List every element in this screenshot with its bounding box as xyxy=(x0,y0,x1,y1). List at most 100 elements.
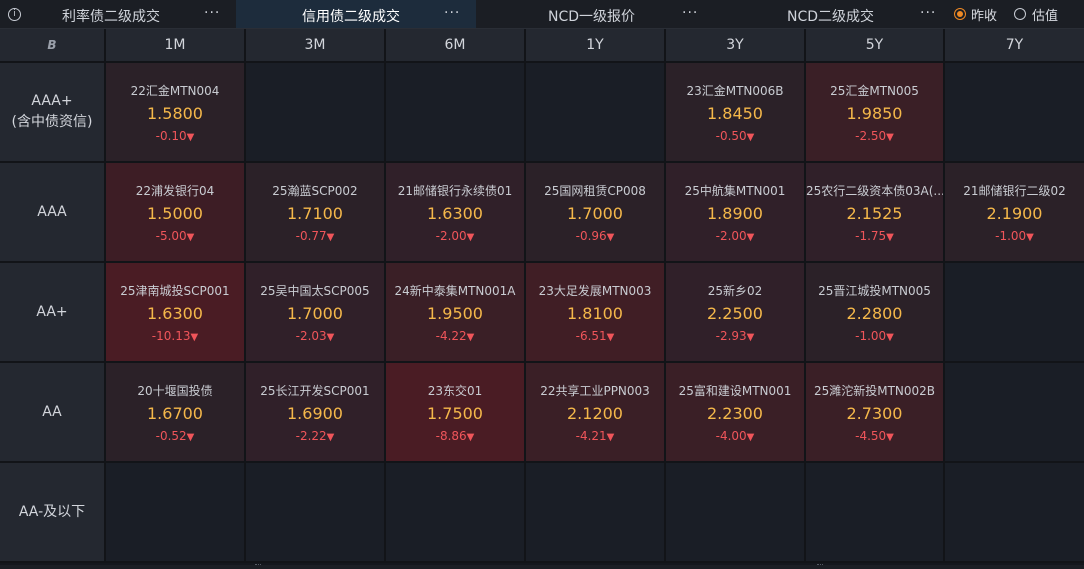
rate-change-value: -8.86 xyxy=(435,429,467,443)
quote-cell[interactable]: 20十堰国投债 1.6700 -0.52▼ xyxy=(106,363,246,463)
empty-cell[interactable] xyxy=(945,263,1084,363)
tab-ncd-primary-quote[interactable]: NCD一级报价 ··· xyxy=(476,0,712,28)
bond-rate: 2.1200 xyxy=(567,404,623,423)
rating-label-aa-minus-and-below: AA-及以下 xyxy=(0,463,106,563)
empty-cell[interactable] xyxy=(945,63,1084,163)
rate-change-value: -4.21 xyxy=(575,429,607,443)
quote-cell[interactable]: 23汇金MTN006B 1.8450 -0.50▼ xyxy=(666,63,806,163)
quote-cell[interactable]: 25晋江城投MTN005 2.2800 -1.00▼ xyxy=(806,263,945,363)
bond-name: 22汇金MTN004 xyxy=(130,84,220,98)
bond-rate: 1.9500 xyxy=(427,304,483,323)
tab-label: NCD一级报价 xyxy=(548,9,636,25)
quote-cell[interactable]: 24新中泰集MTN001A 1.9500 -4.22▼ xyxy=(386,263,526,363)
quote-cell[interactable]: 25吴中国太SCP005 1.7000 -2.03▼ xyxy=(246,263,386,363)
rate-change-value: -2.93 xyxy=(715,329,747,343)
quote-cell[interactable]: 21邮储银行永续债01 1.6300 -2.00▼ xyxy=(386,163,526,263)
corner-cell[interactable]: B xyxy=(0,29,106,63)
bond-name: 25中航集MTN001 xyxy=(684,184,786,198)
quote-cell[interactable]: 25瀚蓝SCP002 1.7100 -0.77▼ xyxy=(246,163,386,263)
more-icon[interactable]: ··· xyxy=(920,5,936,21)
empty-cell[interactable] xyxy=(106,463,246,563)
rate-change: -4.00▼ xyxy=(666,429,804,443)
tenor-header-6m: 6M xyxy=(386,29,526,63)
down-arrow-icon: ▼ xyxy=(326,432,335,443)
rate-change: -0.52▼ xyxy=(106,429,244,443)
rate-change: -10.13▼ xyxy=(106,329,244,343)
bond-name: 23汇金MTN006B xyxy=(686,84,784,98)
down-arrow-icon: ▼ xyxy=(466,232,475,243)
empty-cell[interactable] xyxy=(526,463,666,563)
bond-rate: 2.2800 xyxy=(846,304,903,323)
quote-cell[interactable]: 25富和建设MTN001 2.2300 -4.00▼ xyxy=(666,363,806,463)
bond-rate: 1.7000 xyxy=(287,304,343,323)
tab-bar: i 利率债二级成交 ··· 信用债二级成交 ··· NCD一级报价 ··· NC… xyxy=(0,0,1084,29)
radio-prev-close[interactable] xyxy=(954,8,966,20)
quote-cell[interactable]: 22共享工业PPN003 2.1200 -4.21▼ xyxy=(526,363,666,463)
bond-name: 22共享工业PPN003 xyxy=(540,384,650,398)
down-arrow-icon: ▼ xyxy=(466,332,475,343)
bond-rate: 1.9850 xyxy=(846,104,903,123)
radio-prev-close-label[interactable]: 昨收 xyxy=(971,5,997,24)
empty-cell[interactable] xyxy=(945,463,1084,563)
rating-label-subtext: (含中债资信) xyxy=(11,114,93,130)
rate-change: -0.50▼ xyxy=(666,129,804,143)
resize-grip-icon[interactable] xyxy=(255,564,261,568)
rate-change-value: -1.00 xyxy=(855,329,887,343)
tab-rate-bond-secondary[interactable]: 利率债二级成交 ··· xyxy=(30,0,236,28)
quote-cell[interactable]: 25汇金MTN005 1.9850 -2.50▼ xyxy=(806,63,945,163)
rating-label-text: AAA+ xyxy=(31,93,73,109)
rate-change-value: -2.50 xyxy=(855,129,887,143)
rate-change: -2.00▼ xyxy=(666,229,804,243)
empty-cell[interactable] xyxy=(386,463,526,563)
quote-cell[interactable]: 25新乡02 2.2500 -2.93▼ xyxy=(666,263,806,363)
down-arrow-icon: ▼ xyxy=(746,132,755,143)
quote-cell[interactable]: 23大足发展MTN003 1.8100 -6.51▼ xyxy=(526,263,666,363)
quote-cell[interactable]: 25中航集MTN001 1.8900 -2.00▼ xyxy=(666,163,806,263)
bond-rate: 1.5800 xyxy=(147,104,203,123)
empty-cell[interactable] xyxy=(526,63,666,163)
radio-valuation-label[interactable]: 估值 xyxy=(1032,5,1058,24)
info-icon[interactable]: i xyxy=(8,8,21,21)
quote-cell[interactable]: 25长江开发SCP001 1.6900 -2.22▼ xyxy=(246,363,386,463)
quote-cell[interactable]: 21邮储银行二级02 2.1900 -1.00▼ xyxy=(945,163,1084,263)
rating-label-aaa: AAA xyxy=(0,163,106,263)
rate-change-value: -2.22 xyxy=(295,429,327,443)
more-icon[interactable]: ··· xyxy=(444,5,460,21)
bond-name: 25晋江城投MTN005 xyxy=(818,284,931,298)
more-icon[interactable]: ··· xyxy=(682,5,698,21)
quote-cell[interactable]: 25濉沱新投MTN002B 2.7300 -4.50▼ xyxy=(806,363,945,463)
quote-cell[interactable]: 25农行二级资本债03A(... 2.1525 -1.75▼ xyxy=(806,163,945,263)
empty-cell[interactable] xyxy=(246,63,386,163)
empty-cell[interactable] xyxy=(246,463,386,563)
tab-label: 利率债二级成交 xyxy=(62,9,160,25)
empty-cell[interactable] xyxy=(666,463,806,563)
bond-name: 21邮储银行二级02 xyxy=(963,184,1066,198)
resize-grip-icon[interactable] xyxy=(817,564,823,568)
quote-cell[interactable]: 25津南城投SCP001 1.6300 -10.13▼ xyxy=(106,263,246,363)
price-basis-radio-group: 昨收 估值 xyxy=(946,0,1084,28)
quote-cell[interactable]: 23东交01 1.7500 -8.86▼ xyxy=(386,363,526,463)
bond-name: 25吴中国太SCP005 xyxy=(260,284,370,298)
rate-change-value: -1.00 xyxy=(995,229,1027,243)
tab-credit-bond-secondary[interactable]: 信用债二级成交 ··· xyxy=(236,0,476,28)
down-arrow-icon: ▼ xyxy=(606,332,615,343)
quote-cell[interactable]: 22汇金MTN004 1.5800 -0.10▼ xyxy=(106,63,246,163)
down-arrow-icon: ▼ xyxy=(746,432,755,443)
rate-change: -0.96▼ xyxy=(526,229,664,243)
rate-change-value: -6.51 xyxy=(575,329,607,343)
rate-change: -0.10▼ xyxy=(106,129,244,143)
down-arrow-icon: ▼ xyxy=(746,332,755,343)
bond-rate: 1.6900 xyxy=(287,404,343,423)
more-icon[interactable]: ··· xyxy=(204,5,220,21)
empty-cell[interactable] xyxy=(386,63,526,163)
empty-cell[interactable] xyxy=(806,463,945,563)
empty-cell[interactable] xyxy=(945,363,1084,463)
quote-cell[interactable]: 25国网租赁CP008 1.7000 -0.96▼ xyxy=(526,163,666,263)
rate-change: -2.22▼ xyxy=(246,429,384,443)
tab-ncd-secondary[interactable]: NCD二级成交 ··· xyxy=(712,0,946,28)
tenor-header-1y: 1Y xyxy=(526,29,666,63)
radio-valuation[interactable] xyxy=(1014,8,1026,20)
bond-name: 25长江开发SCP001 xyxy=(260,384,370,398)
rate-change: -2.00▼ xyxy=(386,229,524,243)
quote-cell[interactable]: 22浦发银行04 1.5000 -5.00▼ xyxy=(106,163,246,263)
